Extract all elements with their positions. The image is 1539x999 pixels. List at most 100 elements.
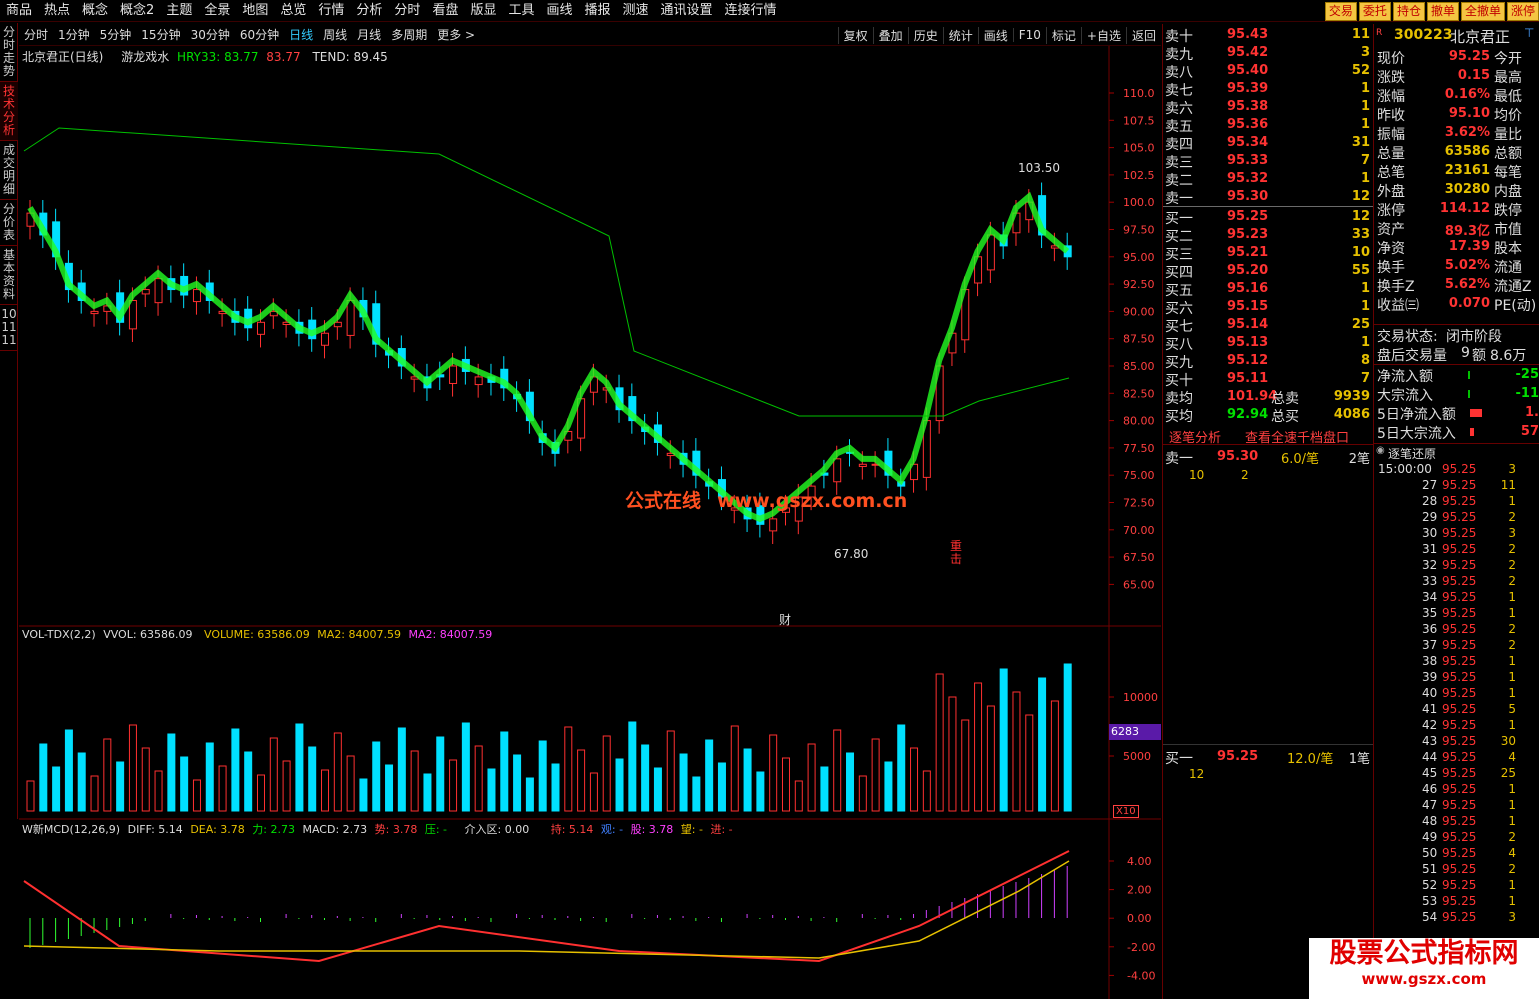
tool-5[interactable]: F10 [1012, 28, 1046, 42]
total-buy-value: 4086 [1333, 407, 1370, 422]
tool-3[interactable]: 统计 [942, 26, 978, 44]
tool-0[interactable]: 复权 [837, 26, 873, 44]
menu-item-2[interactable]: 概念 [76, 0, 114, 22]
stock-name[interactable]: 北京君正 [1450, 26, 1510, 47]
left-tab-1[interactable]: 技术分析 [0, 82, 18, 141]
menu-item-0[interactable]: 商品 [0, 0, 38, 22]
period-7[interactable]: 周线 [318, 26, 352, 43]
period-4[interactable]: 30分钟 [186, 26, 235, 43]
menu-item-12[interactable]: 版显 [464, 0, 502, 22]
tick-price: 95.25 [1442, 830, 1477, 844]
menu-item-7[interactable]: 总览 [274, 0, 312, 22]
menu-item-18[interactable]: 连接行情 [719, 0, 783, 22]
volume-bar [449, 759, 458, 812]
tick-row: 51 95.25 2 [1376, 862, 1536, 878]
period-0[interactable]: 分时 [19, 26, 53, 43]
period-1[interactable]: 1分钟 [53, 26, 95, 43]
tick-volume: 25 [1500, 766, 1516, 780]
period-5[interactable]: 60分钟 [235, 26, 284, 43]
macd-axis-label: -2.00 [1127, 941, 1155, 954]
tool-1[interactable]: 叠加 [872, 26, 908, 44]
trade-button-3[interactable]: 撤单 [1426, 2, 1459, 21]
tool-2[interactable]: 历史 [907, 26, 943, 44]
menu-item-5[interactable]: 全景 [198, 0, 236, 22]
menu-item-11[interactable]: 看盘 [426, 0, 464, 22]
trade-button-1[interactable]: 委托 [1358, 2, 1391, 21]
volume-bar [180, 756, 189, 812]
menu-item-6[interactable]: 地图 [236, 0, 274, 22]
vvol-value: VVOL: 63586.09 [103, 628, 193, 641]
left-tab-5[interactable]: 10 11 11 [0, 305, 18, 351]
period-10[interactable]: 更多 > [432, 26, 480, 43]
ticks-title[interactable]: 逐笔还原 [1388, 445, 1436, 462]
indicator-name[interactable]: 游龙戏水 [121, 50, 169, 64]
macd-title[interactable]: W新MCD(12,26,9) [22, 823, 120, 836]
period-9[interactable]: 多周期 [386, 26, 432, 43]
ticks-collapse-icon[interactable]: ◉ [1376, 445, 1385, 456]
buys-volume: 55 [1351, 263, 1370, 278]
price-axis-label: 92.50 [1123, 278, 1155, 291]
kline-chart-area[interactable]: 110.0 107.5 105.0 102.5 100.0 97.50 95.00 92.50… [19, 46, 1161, 999]
stock-info-panel: R 300223 北京君正 ⊤ 现价 95.25 今开 涨跌 0.15 最高 涨幅 0.16% 最低 昨收… [1373, 24, 1539, 999]
buys-label: 买五 [1165, 283, 1193, 299]
tool-7[interactable]: +自选 [1080, 26, 1126, 44]
tick-row: 54 95.25 3 [1376, 910, 1536, 926]
menu-item-14[interactable]: 画线 [540, 0, 578, 22]
menu-item-4[interactable]: 主题 [160, 0, 198, 22]
tool-6[interactable]: 标记 [1045, 26, 1081, 44]
trade-button-5[interactable]: 涨停 [1506, 2, 1539, 21]
tick-price: 95.25 [1442, 878, 1477, 892]
tool-4[interactable]: 画线 [977, 26, 1013, 44]
left-tab-0[interactable]: 分时走势 [0, 23, 18, 82]
menu-item-1[interactable]: 热点 [38, 0, 76, 22]
menu-item-16[interactable]: 测速 [617, 0, 655, 22]
period-8[interactable]: 月线 [352, 26, 386, 43]
period-3[interactable]: 15分钟 [136, 26, 185, 43]
info-pin-icon[interactable]: ⊤ [1524, 26, 1534, 40]
buy1-queue-qty: 12.0/笔 [1287, 752, 1334, 767]
tick-price: 95.25 [1442, 814, 1477, 828]
menu-item-9[interactable]: 分析 [350, 0, 388, 22]
menu-item-10[interactable]: 分时 [388, 0, 426, 22]
menu-bar: 商品 热点 概念 概念2 主题 全景 地图 总览 行情 分析 分时 看盘 版显 工具 画线 播报 测速 通讯设置连… [0, 0, 1539, 22]
left-tab-2[interactable]: 成交明细 [0, 141, 18, 200]
buys-volume: 8 [1360, 353, 1370, 368]
volume-bar [999, 668, 1008, 812]
trade-button-2[interactable]: 持仓 [1392, 2, 1425, 21]
period-2[interactable]: 5分钟 [95, 26, 137, 43]
volume-bar [461, 722, 470, 812]
period-6[interactable]: 日线 [284, 26, 318, 43]
volume-bar [897, 724, 906, 812]
bottom-watermark-title: 股票公式指标网 [1329, 938, 1519, 969]
volume-bar [743, 748, 752, 812]
buys-price: 95.13 [1227, 335, 1269, 350]
left-tab-3[interactable]: 分价表 [0, 200, 18, 246]
volume-bar [717, 762, 726, 812]
jin-value: 进: - [710, 823, 733, 836]
buy1-queue-price: 95.25 [1217, 749, 1259, 764]
ma2-value-2: MA2: 84007.59 [408, 628, 493, 641]
tool-8[interactable]: 返回 [1125, 26, 1161, 44]
buys-label: 买十 [1165, 373, 1193, 389]
menu-item-13[interactable]: 工具 [502, 0, 540, 22]
volume-bar [64, 729, 73, 812]
tick-time: 38 [1422, 654, 1438, 668]
menu-item-15[interactable]: 播报 [579, 0, 617, 22]
sells-volume: 1 [1360, 81, 1370, 96]
macd-legend: W新MCD(12,26,9) DIFF: 5.14 DEA: 3.78 力: 2… [22, 821, 733, 837]
sells-price: 95.30 [1227, 189, 1269, 204]
price-axis-label: 102.5 [1123, 169, 1155, 182]
vol-title[interactable]: VOL-TDX(2,2) [22, 628, 96, 641]
menu-item-17[interactable]: 通讯设置 [655, 0, 719, 22]
info-label2-11: 流通 [1494, 260, 1522, 276]
menu-item-8[interactable]: 行情 [312, 0, 350, 22]
price-axis-label: 80.00 [1123, 415, 1155, 428]
trade-button-4[interactable]: 全撤单 [1460, 2, 1505, 21]
left-tab-4[interactable]: 基本资料 [0, 246, 18, 305]
trade-button-0[interactable]: 交易 [1324, 2, 1357, 21]
dea-line [23, 860, 1070, 959]
current-volume-badge: 6283 [1109, 724, 1161, 740]
buys-label: 买一 [1165, 211, 1193, 227]
menu-item-3[interactable]: 概念2 [114, 0, 160, 22]
flow-bar-0 [1468, 371, 1470, 379]
